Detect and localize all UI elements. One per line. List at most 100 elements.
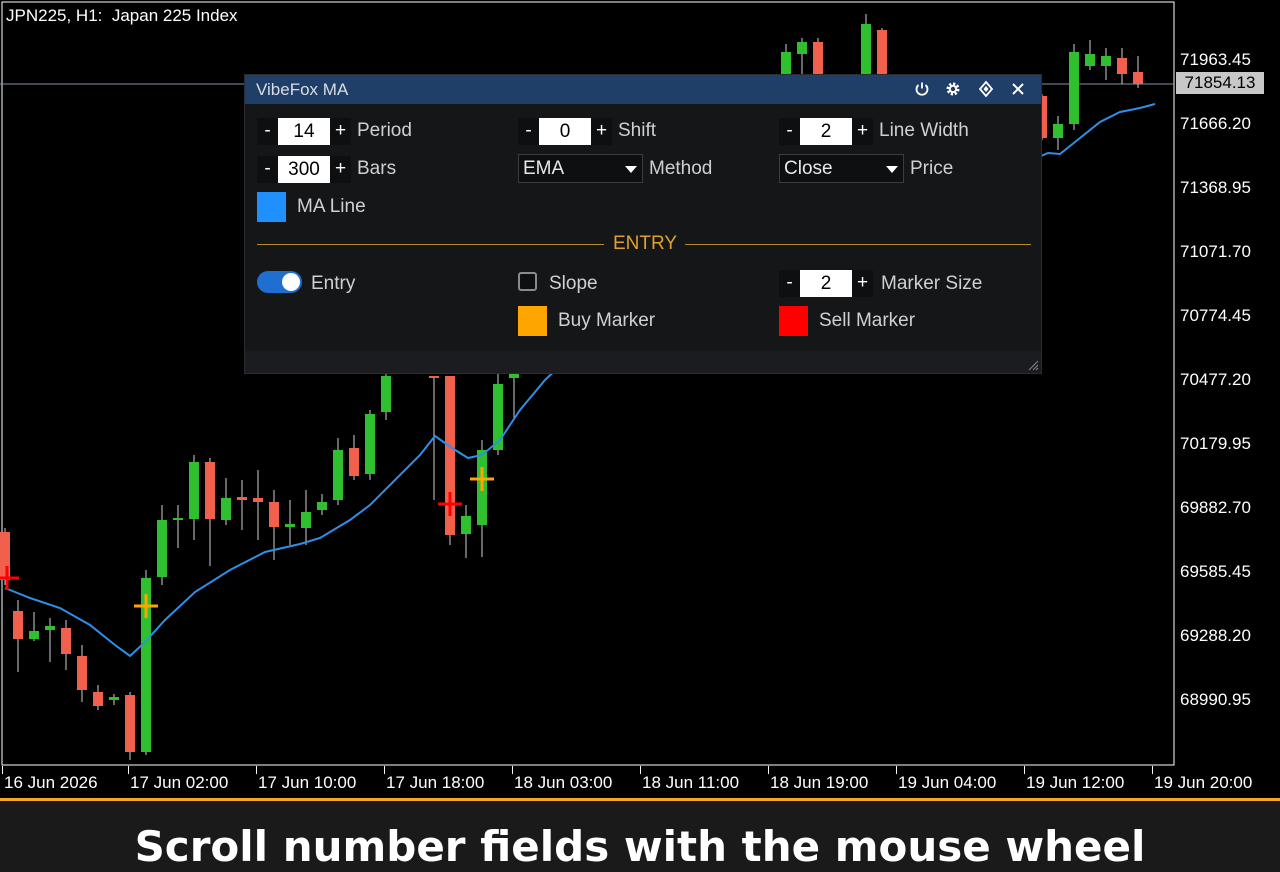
- section-divider: [685, 244, 1031, 245]
- chevron-down-icon: [886, 166, 898, 173]
- candle-body: [285, 524, 295, 527]
- shift-input[interactable]: 0: [539, 118, 591, 145]
- bars-input[interactable]: 300: [278, 156, 330, 183]
- line-width-plus-button[interactable]: +: [852, 118, 873, 145]
- line-width-label: Line Width: [879, 120, 969, 141]
- candle-body: [93, 692, 103, 706]
- time-tick: [512, 766, 513, 774]
- sell-marker-label: Sell Marker: [819, 310, 916, 331]
- price-label: 69288.20: [1180, 626, 1251, 645]
- period-label: Period: [357, 120, 412, 141]
- vibefox-ma-panel: VibeFox MA - 14 + Period - 0 + Shift - 2…: [244, 74, 1042, 374]
- bars-stepper[interactable]: - 300 +: [257, 156, 351, 183]
- diamond-arrows-icon[interactable]: [977, 80, 995, 98]
- marker-size-input[interactable]: 2: [800, 270, 852, 297]
- entry-section-title: ENTRY: [612, 233, 678, 254]
- line-width-minus-button[interactable]: -: [779, 118, 800, 145]
- shift-label: Shift: [618, 120, 657, 141]
- candle-body: [429, 376, 439, 378]
- candle-body: [1053, 124, 1063, 138]
- candle-body: [317, 502, 327, 510]
- toggle-knob: [282, 273, 300, 291]
- line-width-stepper[interactable]: - 2 +: [779, 118, 873, 145]
- close-icon[interactable]: [1009, 80, 1027, 98]
- candle-body: [349, 448, 359, 476]
- time-tick: [256, 766, 257, 774]
- period-minus-button[interactable]: -: [257, 118, 278, 145]
- time-tick: [1152, 766, 1153, 774]
- candle-body: [813, 42, 823, 74]
- price-label: 70477.20: [1180, 370, 1251, 389]
- candle-body: [77, 656, 87, 690]
- time-label: 19 Jun 12:00: [1026, 773, 1125, 792]
- gear-icon[interactable]: [944, 80, 962, 98]
- method-value: EMA: [523, 158, 565, 179]
- period-plus-button[interactable]: +: [330, 118, 351, 145]
- time-label: 18 Jun 03:00: [514, 773, 613, 792]
- symbol-title: JPN225, H1: Japan 225 Index: [6, 6, 238, 25]
- power-icon[interactable]: [913, 80, 931, 98]
- candle-body: [861, 24, 871, 74]
- period-stepper[interactable]: - 14 +: [257, 118, 351, 145]
- candle-body: [781, 52, 791, 74]
- candle-body: [45, 626, 55, 630]
- candle-body: [173, 518, 183, 520]
- bars-minus-button[interactable]: -: [257, 156, 278, 183]
- period-input[interactable]: 14: [278, 118, 330, 145]
- entry-toggle[interactable]: [257, 271, 302, 293]
- candle-body: [189, 462, 199, 519]
- candle-body: [333, 450, 343, 500]
- candle-body: [205, 462, 215, 519]
- slope-label: Slope: [549, 273, 598, 294]
- price-label: 70774.45: [1180, 306, 1251, 325]
- price-label: 71666.20: [1180, 114, 1251, 133]
- candle-body: [493, 384, 503, 450]
- method-select[interactable]: EMA: [518, 154, 643, 183]
- time-tick: [128, 766, 129, 774]
- marker-size-stepper[interactable]: - 2 +: [779, 270, 873, 297]
- candle-body: [269, 502, 279, 527]
- bars-plus-button[interactable]: +: [330, 156, 351, 183]
- resize-grip-icon[interactable]: [1027, 359, 1039, 371]
- method-label: Method: [649, 158, 713, 179]
- marker-size-minus-button[interactable]: -: [779, 270, 800, 297]
- candle-body: [461, 516, 471, 534]
- marker-size-plus-button[interactable]: +: [852, 270, 873, 297]
- candle-body: [237, 497, 247, 500]
- shift-plus-button[interactable]: +: [591, 118, 612, 145]
- time-label: 19 Jun 04:00: [898, 773, 997, 792]
- price-select[interactable]: Close: [779, 154, 904, 183]
- candle-body: [61, 628, 71, 654]
- candle-body: [29, 631, 39, 639]
- ma-line-color-swatch[interactable]: [257, 192, 286, 222]
- candle-body: [157, 520, 167, 577]
- candle-body: [301, 512, 311, 528]
- time-label: 17 Jun 02:00: [130, 773, 229, 792]
- time-tick: [896, 766, 897, 774]
- shift-stepper[interactable]: - 0 +: [518, 118, 612, 145]
- time-label: 18 Jun 19:00: [770, 773, 869, 792]
- time-label: 18 Jun 11:00: [642, 773, 740, 792]
- section-divider: [257, 244, 604, 245]
- shift-minus-button[interactable]: -: [518, 118, 539, 145]
- sell-marker-color-swatch[interactable]: [779, 306, 808, 336]
- buy-marker-color-swatch[interactable]: [518, 306, 547, 336]
- caption-text: Scroll number fields with the mouse whee…: [134, 822, 1146, 871]
- candle-body: [509, 374, 519, 378]
- time-label: 16 Jun 2026: [4, 773, 98, 792]
- price-label: 71071.70: [1180, 242, 1251, 261]
- line-width-input[interactable]: 2: [800, 118, 852, 145]
- candle-body: [1069, 52, 1079, 124]
- slope-checkbox[interactable]: [518, 272, 537, 291]
- panel-title: VibeFox MA: [256, 80, 349, 99]
- time-label: 17 Jun 10:00: [258, 773, 357, 792]
- price-label: 70179.95: [1180, 434, 1251, 453]
- time-tick: [768, 766, 769, 774]
- price-label: 69882.70: [1180, 498, 1251, 517]
- panel-footer: [245, 351, 1041, 373]
- time-tick: [640, 766, 641, 774]
- candle-body: [13, 611, 23, 639]
- price-label: 71963.45: [1180, 50, 1251, 69]
- panel-header[interactable]: VibeFox MA: [245, 75, 1041, 104]
- current-price-tag: 71854.13: [1176, 72, 1264, 94]
